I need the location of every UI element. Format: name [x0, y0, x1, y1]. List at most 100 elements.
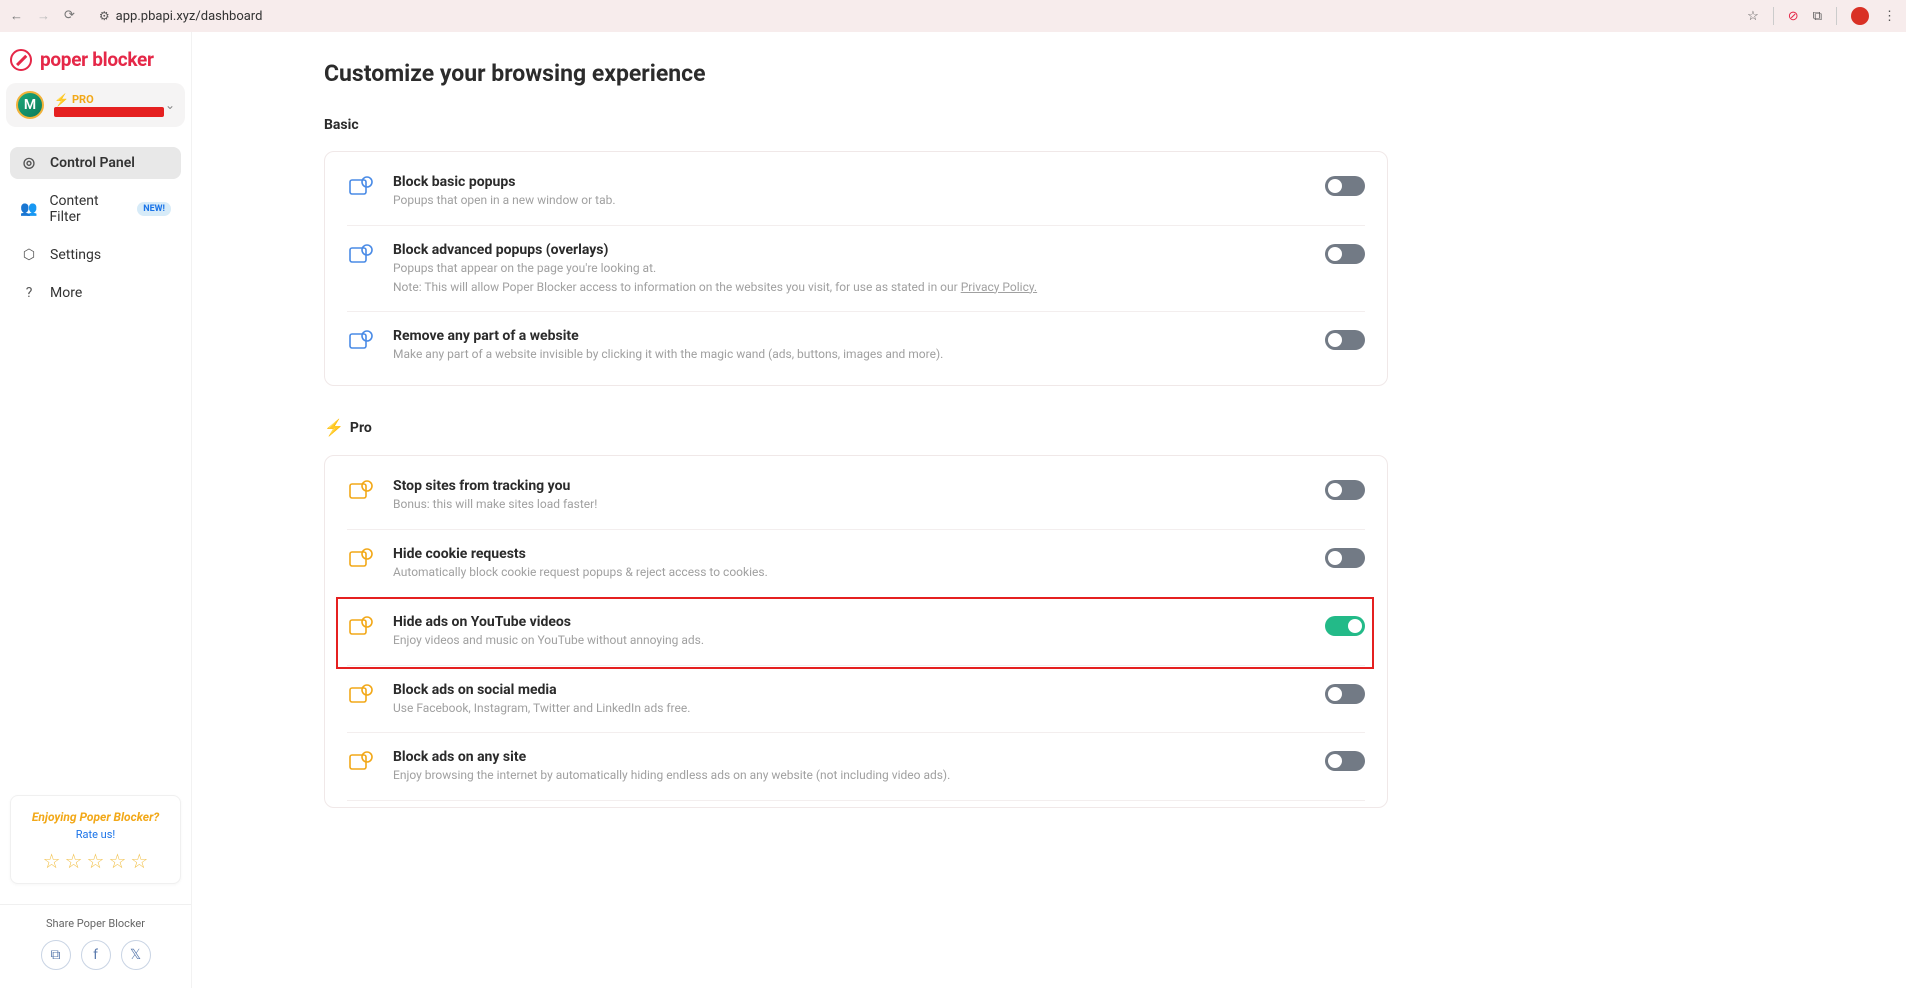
- plan-label: PRO: [72, 93, 94, 106]
- browser-toolbar: ← → ⟳ ⚙ app.pbapi.xyz/dashboard ☆ ⊘ ⧉ ⋮: [0, 0, 1906, 32]
- setting-toggle[interactable]: [1325, 176, 1365, 196]
- account-dropdown[interactable]: M ⚡PRO ⌄: [6, 83, 185, 127]
- extension-poper-icon[interactable]: ⊘: [1788, 9, 1799, 24]
- chevron-down-icon: ⌄: [165, 98, 175, 112]
- setting-desc: Popups that open in a new window or tab.: [393, 192, 1307, 209]
- avatar: M: [16, 91, 44, 119]
- x-twitter-icon[interactable]: 𝕏: [121, 940, 151, 970]
- privacy-policy-link[interactable]: Privacy Policy.: [961, 280, 1037, 294]
- setting-row: Hide ads on YouTube videos Enjoy videos …: [347, 598, 1365, 666]
- address-url[interactable]: app.pbapi.xyz/dashboard: [116, 9, 263, 24]
- shield-icon: ⬡: [20, 247, 38, 263]
- setting-icon: [347, 174, 375, 200]
- promo-title: Enjoying Poper Blocker?: [19, 810, 172, 824]
- bolt-icon: ⚡: [54, 93, 69, 107]
- toggle-icon: ◎: [20, 155, 38, 171]
- account-email: [54, 107, 155, 118]
- setting-desc: Automatically block cookie request popup…: [393, 564, 1307, 581]
- sidebar-item-label: Settings: [50, 247, 101, 263]
- setting-toggle[interactable]: [1325, 480, 1365, 500]
- logo-icon: [10, 49, 32, 71]
- page-title: Customize your browsing experience: [324, 60, 1858, 87]
- setting-toggle[interactable]: [1325, 244, 1365, 264]
- setting-row: Stop sites from tracking you Bonus: this…: [347, 462, 1365, 530]
- setting-row: Block ads on social media Use Facebook, …: [347, 666, 1365, 734]
- main-content: Customize your browsing experience Basic…: [192, 32, 1906, 988]
- sidebar-item-content-filter[interactable]: 👥 Content Filter NEW!: [10, 185, 181, 233]
- setting-desc: Popups that appear on the page you're lo…: [393, 260, 1307, 277]
- star-icon[interactable]: ☆: [108, 849, 126, 873]
- star-icon[interactable]: ☆: [43, 849, 61, 873]
- sidebar-item-label: More: [50, 285, 82, 301]
- setting-row: Block ads on any site Enjoy browsing the…: [347, 733, 1365, 801]
- site-settings-icon[interactable]: ⚙: [99, 9, 110, 23]
- setting-icon: [347, 242, 375, 268]
- setting-icon: [347, 749, 375, 775]
- setting-title: Block advanced popups (overlays): [393, 242, 1307, 258]
- brand-logo[interactable]: poper blocker: [0, 32, 191, 83]
- setting-title: Stop sites from tracking you: [393, 478, 1307, 494]
- share-block: Share Poper Blocker ⧉ f 𝕏: [0, 904, 191, 988]
- sidebar-item-more[interactable]: ? More: [10, 277, 181, 309]
- setting-title: Block basic popups: [393, 174, 1307, 190]
- brand-name: poper blocker: [40, 48, 154, 71]
- setting-desc: Enjoy videos and music on YouTube withou…: [393, 632, 1307, 649]
- extensions-icon[interactable]: ⧉: [1813, 9, 1822, 24]
- facebook-icon[interactable]: f: [81, 940, 111, 970]
- reload-icon[interactable]: ⟳: [64, 8, 75, 24]
- pro-settings-card: Stop sites from tracking you Bonus: this…: [324, 455, 1388, 808]
- setting-desc: Use Facebook, Instagram, Twitter and Lin…: [393, 700, 1307, 717]
- kebab-icon[interactable]: ⋮: [1883, 9, 1896, 24]
- setting-title: Hide ads on YouTube videos: [393, 614, 1307, 630]
- setting-title: Remove any part of a website: [393, 328, 1307, 344]
- setting-row: Remove any part of a website Make any pa…: [347, 312, 1365, 379]
- setting-row: Block basic popups Popups that open in a…: [347, 158, 1365, 226]
- star-icon[interactable]: ☆: [87, 849, 105, 873]
- forward-icon[interactable]: →: [37, 8, 50, 24]
- question-icon: ?: [20, 285, 38, 301]
- setting-title: Block ads on social media: [393, 682, 1307, 698]
- sidebar-item-label: Content Filter: [49, 193, 125, 225]
- star-icon[interactable]: ☆: [1747, 9, 1759, 24]
- new-badge: NEW!: [137, 202, 171, 216]
- redaction: [54, 107, 164, 117]
- setting-row: Hide cookie requests Automatically block…: [347, 530, 1365, 598]
- toolbar-divider: [1836, 7, 1837, 25]
- setting-toggle[interactable]: [1325, 616, 1365, 636]
- star-icon[interactable]: ☆: [65, 849, 83, 873]
- sidebar-item-settings[interactable]: ⬡ Settings: [10, 239, 181, 271]
- copy-link-icon[interactable]: ⧉: [41, 940, 71, 970]
- setting-desc: Bonus: this will make sites load faster!: [393, 496, 1307, 513]
- section-pro: ⚡ Pro: [324, 418, 1858, 437]
- users-icon: 👥: [20, 201, 37, 217]
- setting-icon: [347, 682, 375, 708]
- setting-desc: Note: This will allow Poper Blocker acce…: [393, 279, 1307, 296]
- rate-us-link[interactable]: Rate us!: [19, 828, 172, 841]
- setting-row: Block advanced popups (overlays) Popups …: [347, 226, 1365, 313]
- setting-title: Hide cookie requests: [393, 546, 1307, 562]
- sidebar-item-label: Control Panel: [50, 155, 135, 171]
- setting-title: Block ads on any site: [393, 749, 1307, 765]
- setting-desc: Enjoy browsing the internet by automatic…: [393, 767, 1307, 784]
- star-icon[interactable]: ☆: [130, 849, 148, 873]
- setting-toggle[interactable]: [1325, 751, 1365, 771]
- toolbar-divider: [1773, 7, 1774, 25]
- share-label: Share Poper Blocker: [10, 917, 181, 930]
- setting-toggle[interactable]: [1325, 330, 1365, 350]
- setting-toggle[interactable]: [1325, 684, 1365, 704]
- profile-icon[interactable]: [1851, 7, 1869, 25]
- setting-toggle[interactable]: [1325, 548, 1365, 568]
- basic-settings-card: Block basic popups Popups that open in a…: [324, 151, 1388, 386]
- sidebar: poper blocker M ⚡PRO ⌄ ◎ Control Panel 👥…: [0, 32, 192, 988]
- bolt-icon: ⚡: [324, 418, 344, 437]
- setting-icon: [347, 478, 375, 504]
- setting-icon: [347, 546, 375, 572]
- sidebar-nav: ◎ Control Panel 👥 Content Filter NEW! ⬡ …: [0, 147, 191, 309]
- setting-icon: [347, 328, 375, 354]
- rate-us-card: Enjoying Poper Blocker? Rate us! ☆ ☆ ☆ ☆…: [10, 795, 181, 884]
- sidebar-item-control-panel[interactable]: ◎ Control Panel: [10, 147, 181, 179]
- setting-icon: [347, 614, 375, 640]
- section-basic: Basic: [324, 117, 1858, 133]
- back-icon[interactable]: ←: [10, 8, 23, 24]
- setting-desc: Make any part of a website invisible by …: [393, 346, 1307, 363]
